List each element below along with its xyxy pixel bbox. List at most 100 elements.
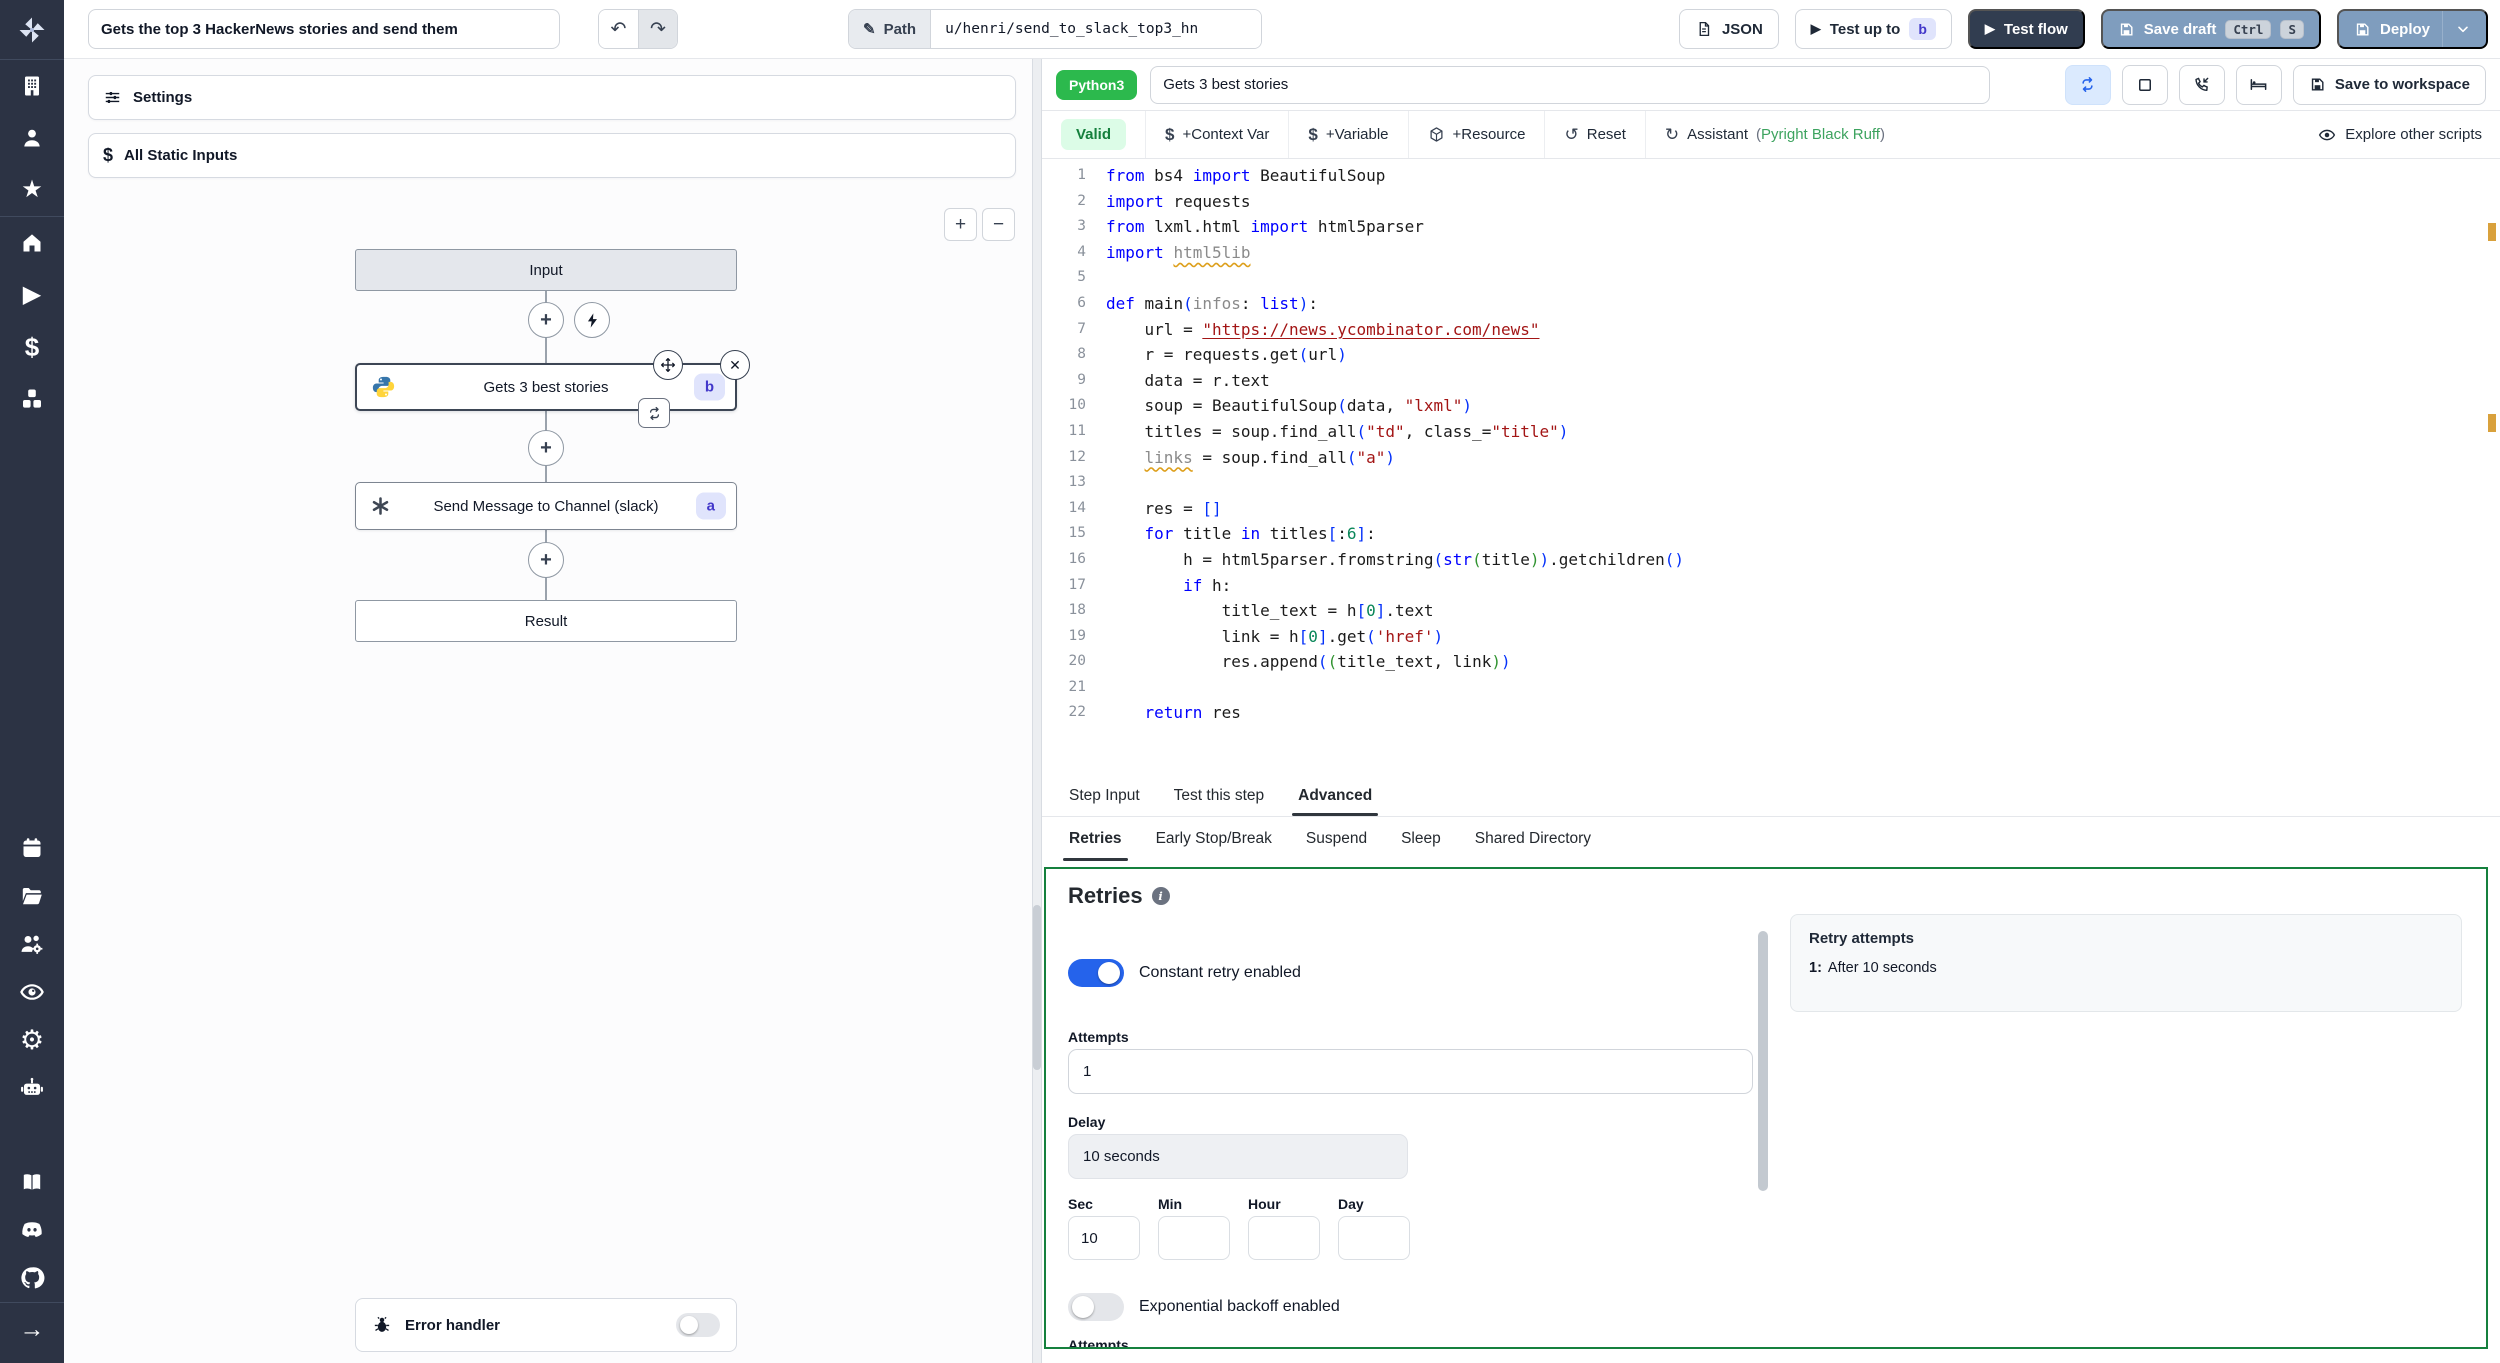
reset-button[interactable]: ↺ Reset [1545,111,1646,158]
flow-node-result[interactable]: Result [355,600,737,642]
tab-advanced[interactable]: Advanced [1281,776,1389,816]
exponential-backoff-toggle[interactable] [1068,1293,1124,1321]
error-handler-toggle[interactable] [676,1313,720,1337]
code-line[interactable]: 21 [1042,675,2478,701]
code-line[interactable]: 2 import requests [1042,189,2478,215]
code-line[interactable]: 14 res = [] [1042,496,2478,522]
day-input[interactable] [1338,1216,1410,1260]
flow-settings-bar[interactable]: Settings [88,75,1016,120]
panel-resize-divider[interactable] [1032,59,1042,1363]
code-line[interactable]: 19 link = h[0].get('href') [1042,624,2478,650]
tab-shared-directory[interactable]: Shared Directory [1458,817,1608,861]
path-value[interactable]: u/henri/send_to_slack_top3_hn [931,10,1262,48]
save-draft-button[interactable]: Save draft Ctrl S [2100,9,2321,49]
schedules-calendar-icon[interactable] [0,824,64,872]
discord-icon[interactable] [0,1206,64,1254]
step-title-input[interactable] [1150,65,1991,104]
tab-test-this-step[interactable]: Test this step [1157,776,1281,816]
code-line[interactable]: 7 url = "https://news.ycombinator.com/ne… [1042,317,2478,343]
tab-step-input[interactable]: Step Input [1052,776,1157,816]
code-line[interactable]: 5 [1042,265,2478,291]
delete-step-button[interactable]: ✕ [720,350,750,380]
code-line[interactable]: 15 for title in titles[:6]: [1042,521,2478,547]
user-icon[interactable] [0,112,64,164]
code-line[interactable]: 18 title_text = h[0].text [1042,598,2478,624]
flow-static-inputs-bar[interactable]: $ All Static Inputs [88,133,1016,178]
bug-icon [374,1316,390,1332]
favorites-star-icon[interactable]: ★ [0,164,64,216]
path-edit-button[interactable]: ✎ Path [849,10,932,48]
flow-panel-scrollbar[interactable] [1033,905,1041,1070]
code-line[interactable]: 20 res.append((title_text, link)) [1042,649,2478,675]
error-handler-bar[interactable]: Error handler [355,1298,737,1352]
tab-sleep[interactable]: Sleep [1384,817,1458,861]
redo-button[interactable]: ↷ [638,10,677,48]
retries-scrollbar[interactable] [1758,931,1768,1191]
workspace-icon[interactable] [0,60,64,112]
code-line[interactable]: 12 links = soup.find_all("a") [1042,445,2478,471]
zoom-out-button[interactable]: − [982,208,1015,241]
retries-toggle-button[interactable] [2064,64,2111,105]
code-line[interactable]: 6 def main(infos: list): [1042,291,2478,317]
code-line[interactable]: 17 if h: [1042,573,2478,599]
code-line[interactable]: 10 soup = BeautifulSoup(data, "lxml") [1042,393,2478,419]
tab-suspend[interactable]: Suspend [1289,817,1384,861]
constant-retry-toggle[interactable] [1068,959,1124,987]
flow-node-step-a[interactable]: Send Message to Channel (slack) a [355,482,737,530]
test-up-to-button[interactable]: ▶ Test up to b [1794,9,1952,49]
runs-play-icon[interactable]: ▶ [0,269,64,321]
add-step-button[interactable]: + [528,430,564,466]
code-line[interactable]: 11 titles = soup.find_all("td", class_="… [1042,419,2478,445]
code-line[interactable]: 8 r = requests.get(url) [1042,342,2478,368]
groups-icon[interactable] [0,920,64,968]
flow-node-input[interactable]: Input [355,249,737,291]
hour-input[interactable] [1248,1216,1320,1260]
undo-button[interactable]: ↶ [599,10,638,48]
tab-early-stop[interactable]: Early Stop/Break [1139,817,1289,861]
sec-input[interactable] [1068,1216,1140,1260]
add-context-var-button[interactable]: $ +Context Var [1146,111,1290,158]
settings-gear-icon[interactable]: ⚙ [0,1016,64,1064]
test-flow-button[interactable]: ▶ Test flow [1967,9,2085,49]
sleep-button[interactable] [2235,64,2282,105]
ai-robot-icon[interactable] [0,1064,64,1112]
early-stop-button[interactable] [2121,64,2168,105]
add-variable-button[interactable]: $ +Variable [1289,111,1409,158]
attempts-input[interactable] [1068,1049,1753,1094]
code-line[interactable]: 22 return res [1042,700,2478,726]
audit-eye-icon[interactable] [0,968,64,1016]
zoom-in-button[interactable]: + [944,208,977,241]
move-step-button[interactable] [653,350,683,380]
folders-icon[interactable] [0,872,64,920]
tab-retries[interactable]: Retries [1052,817,1139,861]
explore-other-scripts-button[interactable]: Explore other scripts [2300,126,2500,144]
docs-book-icon[interactable] [0,1158,64,1206]
deploy-button[interactable]: Deploy [2336,9,2488,49]
code-line[interactable]: 9 data = r.text [1042,368,2478,394]
code-line[interactable]: 3 from lxml.html import html5parser [1042,214,2478,240]
code-line[interactable]: 16 h = html5parser.fromstring(str(title)… [1042,547,2478,573]
trigger-bolt-button[interactable] [574,302,610,338]
code-line[interactable]: 4 import html5lib [1042,240,2478,266]
json-button[interactable]: JSON [1678,9,1779,49]
info-icon[interactable]: i [1151,887,1170,905]
code-editor[interactable]: 1 from bs4 import BeautifulSoup 2 import re… [1042,159,2500,776]
variables-dollar-icon[interactable]: $ [0,321,64,373]
add-resource-button[interactable]: +Resource [1409,111,1546,158]
flow-title-input[interactable] [88,9,560,49]
suspend-button[interactable] [2178,64,2225,105]
collapse-arrow-icon[interactable]: → [0,1303,64,1355]
min-input[interactable] [1158,1216,1230,1260]
chevron-down-icon[interactable] [2455,21,2471,37]
code-line[interactable]: 13 [1042,470,2478,496]
github-icon[interactable] [0,1254,64,1302]
code-line[interactable]: 1 from bs4 import BeautifulSoup [1042,163,2478,189]
add-step-button[interactable]: + [528,542,564,578]
resources-cubes-icon[interactable] [0,373,64,425]
retry-indicator-button[interactable] [638,398,670,428]
add-step-button[interactable]: + [528,302,564,338]
assistant-button[interactable]: ↻ Assistant (Pyright Black Ruff) [1646,111,1904,158]
save-to-workspace-button[interactable]: Save to workspace [2292,64,2486,105]
windmill-logo-icon[interactable] [0,0,64,59]
home-icon[interactable] [0,217,64,269]
